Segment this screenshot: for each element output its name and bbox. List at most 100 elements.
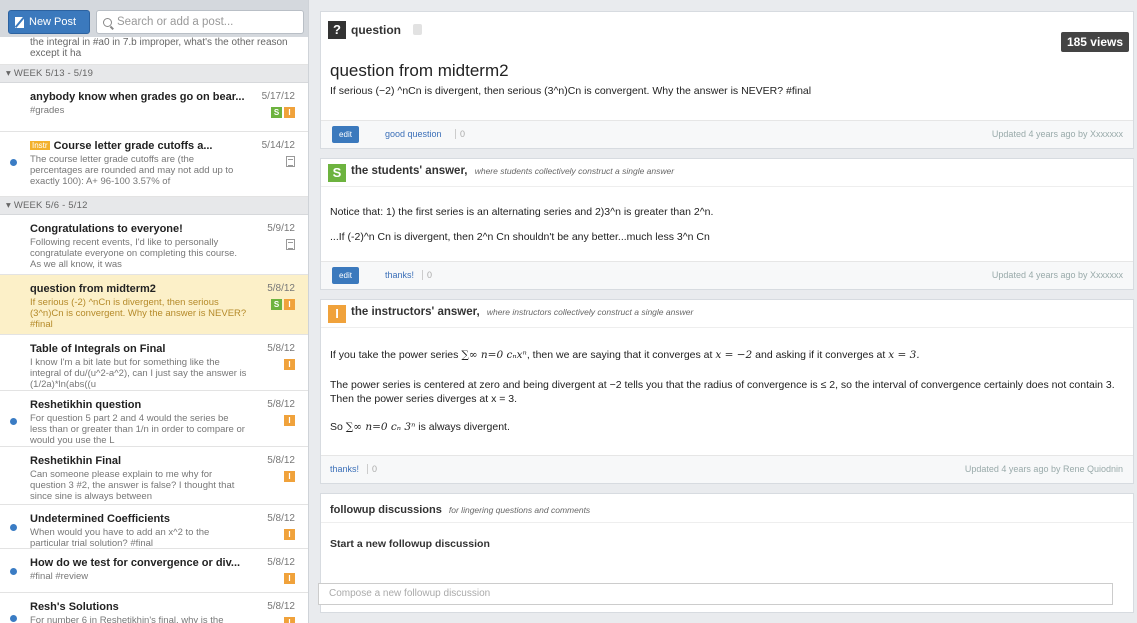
post-type-label: question <box>351 23 401 37</box>
answer-title: the instructors' answer, <box>351 306 480 318</box>
post-list: the integral in #a0 in 7.b improper, wha… <box>0 37 308 623</box>
pin-icon[interactable] <box>413 24 422 35</box>
post-date: 5/8/12 <box>267 455 295 466</box>
post-date: 5/17/12 <box>261 91 295 102</box>
list-item[interactable]: Reshetikhin question For question 5 part… <box>0 391 308 447</box>
week-header[interactable]: ▾ WEEK 5/6 - 5/12 <box>0 197 308 215</box>
list-item[interactable]: anybody know when grades go on bear... #… <box>0 83 308 132</box>
post-snippet: #grades <box>30 105 65 116</box>
post-badges: SI <box>271 299 295 310</box>
post-title: Congratulations to everyone! <box>30 223 183 235</box>
post-snippet: I know I'm a bit late but for something … <box>30 357 247 390</box>
post-date: 5/8/12 <box>267 283 295 294</box>
text-run: , then we are saying that it converges a… <box>526 349 713 361</box>
post-detail-pane: ? question 185 views question from midte… <box>309 0 1137 623</box>
list-item[interactable]: Congratulations to everyone! Following r… <box>0 215 308 275</box>
updated-text: Updated 4 years ago by Xxxxxxx <box>991 270 1123 280</box>
post-date: 5/9/12 <box>267 223 295 234</box>
instructor-answer-badge: I <box>284 529 295 540</box>
instructor-answer-action-bar: thanks! 0 Updated 4 years ago by Rene Qu… <box>321 455 1133 483</box>
post-date: 5/8/12 <box>267 343 295 354</box>
post-snippet: #final #review <box>30 571 89 582</box>
post-title: Course letter grade cutoffs a... <box>53 140 213 152</box>
list-item-fragment[interactable]: the integral in #a0 in 7.b improper, wha… <box>0 37 308 65</box>
instructor-answer-badge: I <box>284 359 295 370</box>
start-followup-label: Start a new followup discussion <box>330 538 490 550</box>
list-item[interactable]: How do we test for convergence or div...… <box>0 549 308 593</box>
followup-compose-input[interactable]: Compose a new followup discussion <box>318 583 1113 605</box>
thanks-link[interactable]: thanks! <box>330 464 359 474</box>
search-input[interactable]: Search or add a post... <box>96 10 304 34</box>
post-snippet: When would you have to add an x^2 to the… <box>30 527 210 549</box>
search-icon <box>103 17 112 27</box>
post-title: question from midterm2 <box>30 283 156 295</box>
instructor-answer-badge: I <box>284 471 295 482</box>
list-item[interactable]: Table of Integrals on Final I know I'm a… <box>0 335 308 391</box>
post-badges: I <box>284 617 295 623</box>
post-badges: I <box>284 471 295 482</box>
post-badges: I <box>284 359 295 370</box>
answer-paragraph: The power series is centered at zero and… <box>330 379 1115 405</box>
post-snippet: Following recent events, I'd like to per… <box>30 237 238 270</box>
view-count-badge: 185 views <box>1060 32 1129 52</box>
post-date: 5/14/12 <box>261 140 295 151</box>
week-header[interactable]: ▾ WEEK 5/13 - 5/19 <box>0 65 308 83</box>
answer-subtitle: where students collectively construct a … <box>474 166 675 176</box>
student-answer-badge: S <box>271 107 282 118</box>
post-title: Resh's Solutions <box>30 601 119 613</box>
good-question-count: 0 <box>455 129 465 139</box>
list-item[interactable]: Undetermined Coefficients When would you… <box>0 505 308 549</box>
answer-line: Notice that: 1) the first series is an a… <box>330 206 714 218</box>
answer-line: ...If (-2)^n Cn is divergent, then 2^n C… <box>330 231 710 243</box>
thanks-count: 0 <box>422 270 432 280</box>
note-icon <box>286 239 295 250</box>
thanks-link[interactable]: thanks! <box>385 270 414 280</box>
post-date: 5/8/12 <box>267 399 295 410</box>
text-run: and asking if it converges at <box>755 349 886 361</box>
thanks-count: 0 <box>367 464 377 474</box>
post-title: How do we test for convergence or div... <box>30 557 241 569</box>
new-post-button[interactable]: New Post <box>8 10 90 34</box>
post-snippet: Can someone please explain to me why for… <box>30 469 235 502</box>
text-run: is always divergent. <box>418 421 510 433</box>
answer-subtitle: where instructors collectively construct… <box>486 307 694 317</box>
post-snippet: For number 6 in Reshetikhin's final, why… <box>30 615 224 623</box>
answer-paragraph: So ∑∞ n=0 cₙ 3ⁿ is always divergent. <box>330 420 510 434</box>
post-feed-pane: New Post Search or add a post... the int… <box>0 0 309 623</box>
post-badges <box>286 156 295 167</box>
list-item[interactable]: Resh's Solutions For number 6 in Resheti… <box>0 593 308 623</box>
question-action-bar: edit good question 0 Updated 4 years ago… <box>321 120 1133 148</box>
good-question-link[interactable]: good question <box>385 129 442 139</box>
note-icon <box>286 156 295 167</box>
question-body: If serious (−2) ^nCn is divergent, then … <box>330 85 812 97</box>
edit-button[interactable]: edit <box>332 267 359 284</box>
followup-header: followup discussions for lingering quest… <box>330 504 590 516</box>
instructor-answer-card: I the instructors' answer, where instruc… <box>320 299 1134 484</box>
updated-text: Updated 4 years ago by Xxxxxxx <box>991 129 1123 139</box>
divider <box>321 327 1133 328</box>
feed-toolbar: New Post Search or add a post... <box>0 0 308 37</box>
divider <box>321 186 1133 187</box>
updated-text: Updated 4 years ago by Rene Quiodnin <box>964 464 1123 474</box>
post-title: anybody know when grades go on bear... <box>30 91 245 103</box>
text-run: If you take the power series <box>330 349 459 361</box>
post-badges: I <box>284 529 295 540</box>
unread-dot-icon <box>10 615 17 622</box>
followup-subtitle: for lingering questions and comments <box>448 505 591 515</box>
instructor-answer-badge: I <box>284 573 295 584</box>
edit-button[interactable]: edit <box>332 126 359 143</box>
post-title: question from midterm2 <box>330 61 509 80</box>
list-item[interactable]: Instr Course letter grade cutoffs a... Th… <box>0 132 308 197</box>
post-title: Table of Integrals on Final <box>30 343 166 355</box>
answer-header: the instructors' answer, where instructo… <box>351 306 693 318</box>
instructor-answer-badge: I <box>284 617 295 623</box>
divider <box>321 522 1133 523</box>
unread-dot-icon <box>10 524 17 531</box>
post-snippet: For question 5 part 2 and 4 would the se… <box>30 413 245 446</box>
post-badges: I <box>284 415 295 426</box>
instructor-answer-badge: I <box>284 415 295 426</box>
instructor-answer-icon: I <box>328 305 346 323</box>
list-item[interactable]: Reshetikhin Final Can someone please exp… <box>0 447 308 505</box>
list-item-selected[interactable]: question from midterm2 If serious (-2) ^… <box>0 275 308 335</box>
post-badges: I <box>284 573 295 584</box>
